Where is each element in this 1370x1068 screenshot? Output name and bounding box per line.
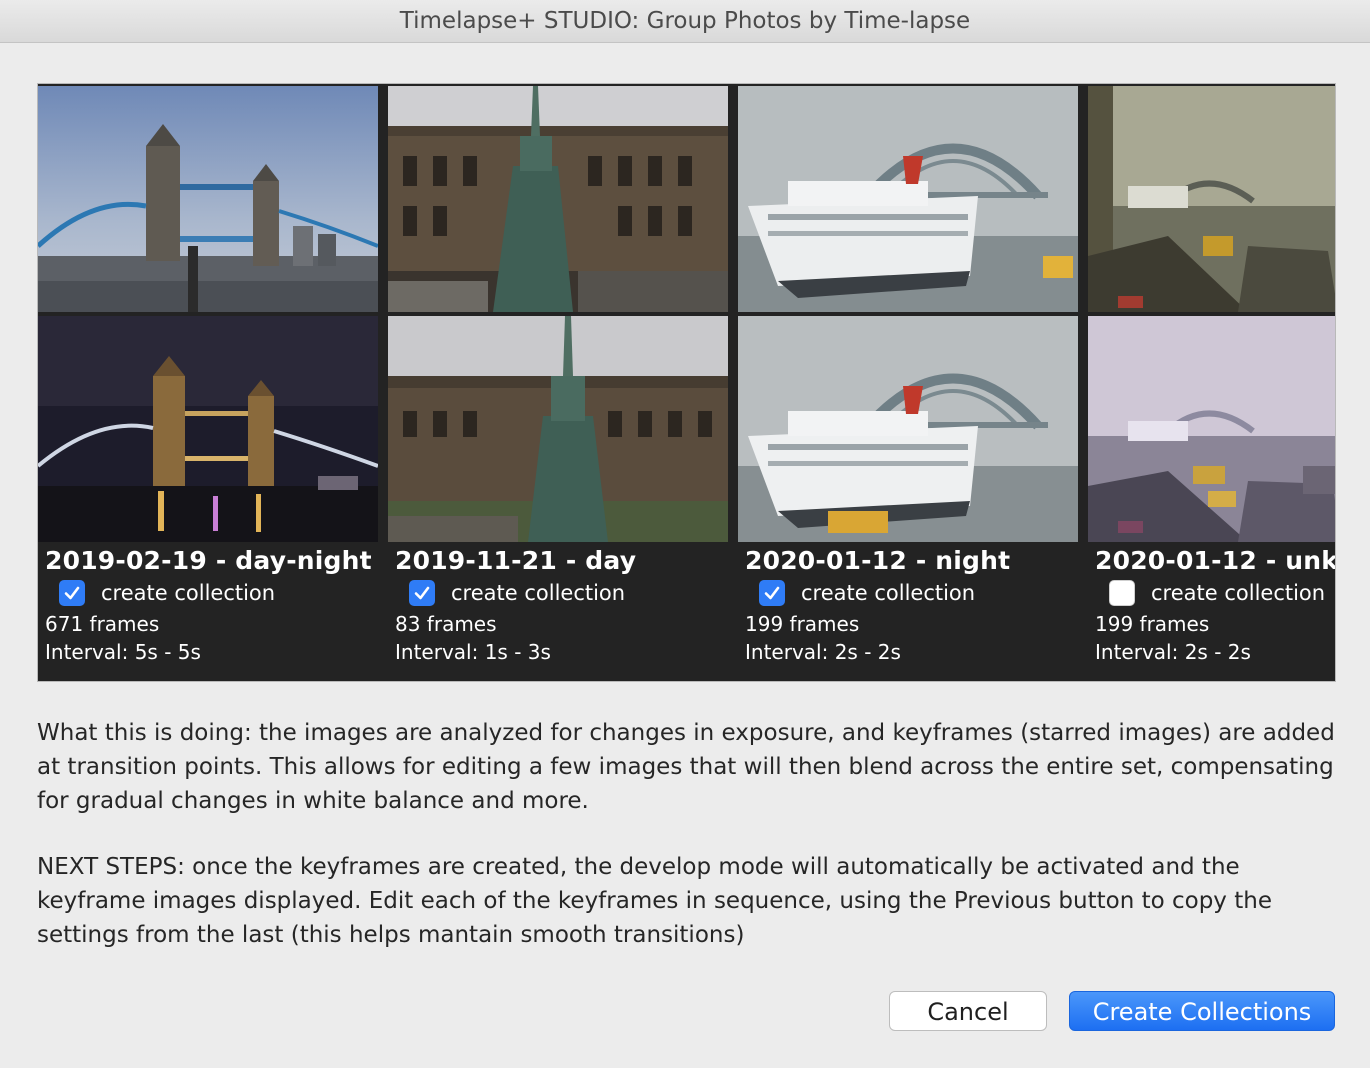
group-thumbnail-last-frame: [38, 316, 378, 542]
group-thumbnail-first-frame: [388, 86, 728, 312]
interval-range: Interval: 2s - 2s: [745, 640, 901, 664]
checkmark-icon: [414, 586, 430, 600]
checkmark-icon: [64, 586, 80, 600]
timelapse-group-card[interactable]: 2019-11-21 - day create collection 83 fr…: [388, 84, 728, 681]
interval-range: Interval: 1s - 3s: [395, 640, 551, 664]
create-collection-checkbox[interactable]: [1109, 580, 1135, 606]
window-title: Timelapse+ STUDIO: Group Photos by Time-…: [0, 0, 1370, 43]
create-collection-checkbox[interactable]: [759, 580, 785, 606]
group-thumbnail-last-frame: [1088, 316, 1335, 542]
group-title: 2020-01-12 - unknown: [1095, 546, 1336, 575]
create-collection-checkbox[interactable]: [409, 580, 435, 606]
group-info: 2019-11-21 - day create collection 83 fr…: [388, 546, 728, 681]
frame-count: 671 frames: [45, 612, 160, 636]
frame-count: 199 frames: [745, 612, 860, 636]
timelapse-group-card[interactable]: 2020-01-12 - unknown create collection 1…: [1088, 84, 1336, 681]
group-thumbnail-first-frame: [738, 86, 1078, 312]
description-paragraph: What this is doing: the images are analy…: [37, 720, 1335, 814]
create-collection-label[interactable]: create collection: [801, 580, 975, 606]
dialog-window: Timelapse+ STUDIO: Group Photos by Time-…: [0, 0, 1370, 1068]
group-title: 2019-02-19 - day-night: [45, 546, 372, 575]
create-collection-checkbox[interactable]: [59, 580, 85, 606]
create-collection-label[interactable]: create collection: [101, 580, 275, 606]
group-thumbnail-last-frame: [738, 316, 1078, 542]
timelapse-group-card[interactable]: 2020-01-12 - night create collection 199…: [738, 84, 1078, 681]
group-title: 2020-01-12 - night: [745, 546, 1011, 575]
timelapse-group-gallery[interactable]: 2019-02-19 - day-night create collection…: [37, 83, 1336, 682]
create-collection-label[interactable]: create collection: [451, 580, 625, 606]
group-thumbnail-last-frame: [388, 316, 728, 542]
group-info: 2019-02-19 - day-night create collection…: [38, 546, 378, 681]
frame-count: 83 frames: [395, 612, 497, 636]
group-title: 2019-11-21 - day: [395, 546, 637, 575]
checkmark-icon: [764, 586, 780, 600]
group-info: 2020-01-12 - unknown create collection 1…: [1088, 546, 1336, 681]
group-info: 2020-01-12 - night create collection 199…: [738, 546, 1078, 681]
create-collection-label[interactable]: create collection: [1151, 580, 1325, 606]
interval-range: Interval: 2s - 2s: [1095, 640, 1251, 664]
create-collections-button[interactable]: Create Collections: [1069, 991, 1335, 1031]
group-thumbnail-first-frame: [38, 86, 378, 312]
cancel-button[interactable]: Cancel: [889, 991, 1047, 1031]
timelapse-group-card[interactable]: 2019-02-19 - day-night create collection…: [38, 84, 378, 681]
interval-range: Interval: 5s - 5s: [45, 640, 201, 664]
frame-count: 199 frames: [1095, 612, 1210, 636]
group-thumbnail-first-frame: [1088, 86, 1335, 312]
next-steps-paragraph: NEXT STEPS: once the keyframes are creat…: [37, 854, 1272, 948]
